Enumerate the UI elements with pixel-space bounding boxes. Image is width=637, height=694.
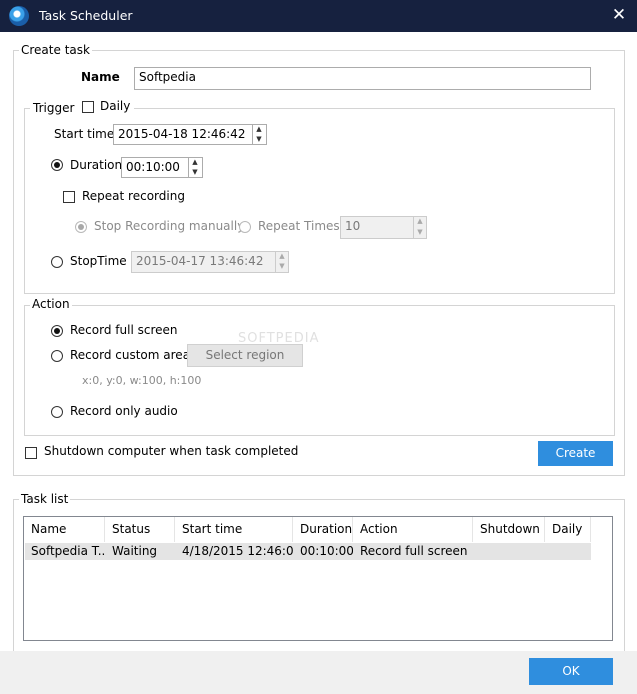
table-cell-status: Waiting [112, 544, 158, 558]
task-list-table[interactable]: Name Status Start time Duration Action S… [23, 516, 613, 641]
col-header-action[interactable]: Action [353, 517, 473, 542]
spin-up-icon[interactable]: ▲ [414, 217, 426, 228]
repeat-times-spinner[interactable]: ▲ ▼ [413, 217, 426, 238]
close-icon[interactable]: ✕ [609, 5, 629, 25]
repeat-times-label: Repeat Times [258, 219, 340, 233]
record-full-label: Record full screen [70, 323, 178, 337]
record-audio-radio[interactable] [51, 406, 63, 418]
region-coords: x:0, y:0, w:100, h:100 [82, 374, 202, 387]
col-header-status[interactable]: Status [105, 517, 175, 542]
ok-button[interactable]: OK [529, 658, 613, 685]
record-custom-radio[interactable] [51, 350, 63, 362]
col-header-daily[interactable]: Daily [545, 517, 591, 542]
repeat-recording-label: Repeat recording [82, 189, 185, 203]
col-header-start-time[interactable]: Start time [175, 517, 293, 542]
col-header-shutdown[interactable]: Shutdown [473, 517, 545, 542]
select-region-button[interactable]: Select region [187, 344, 303, 367]
name-label: Name [81, 70, 120, 84]
create-button[interactable]: Create [538, 441, 613, 466]
name-input[interactable]: Softpedia [134, 67, 591, 90]
daily-checkbox[interactable] [82, 101, 94, 113]
start-time-spinner[interactable]: ▲ ▼ [252, 125, 265, 144]
daily-label: Daily [100, 99, 131, 113]
repeat-times-value: 10 [345, 219, 361, 233]
stop-manually-radio[interactable] [75, 221, 87, 233]
stoptime-radio[interactable] [51, 256, 63, 268]
start-time-field[interactable]: 2015-04-18 12:46:42 [113, 124, 267, 145]
trigger-label: Trigger [33, 101, 75, 115]
repeat-times-radio[interactable] [239, 221, 251, 233]
record-full-radio[interactable] [51, 325, 63, 337]
spin-up-icon[interactable]: ▲ [276, 252, 288, 262]
table-cell-name: Softpedia T... [31, 544, 105, 558]
spin-down-icon[interactable]: ▼ [189, 168, 201, 178]
stoptime-field[interactable]: 2015-04-17 13:46:42 [131, 251, 289, 273]
shutdown-checkbox[interactable] [25, 447, 37, 459]
stoptime-label: StopTime [70, 254, 127, 268]
shutdown-label: Shutdown computer when task completed [44, 444, 299, 458]
start-time-value: 2015-04-18 12:46:42 [118, 127, 246, 141]
spin-down-icon[interactable]: ▼ [253, 135, 265, 145]
stoptime-value: 2015-04-17 13:46:42 [136, 254, 264, 268]
table-cell-start-time: 4/18/2015 12:46:04... [182, 544, 293, 558]
table-cell-duration: 00:10:00 [300, 544, 353, 558]
stoptime-spinner[interactable]: ▲ ▼ [275, 252, 288, 272]
spin-up-icon[interactable]: ▲ [189, 158, 201, 168]
record-custom-label: Record custom area [70, 348, 191, 362]
action-legend: Action [30, 297, 72, 311]
window-title: Task Scheduler [39, 8, 133, 23]
spin-down-icon[interactable]: ▼ [414, 228, 426, 239]
spin-up-icon[interactable]: ▲ [253, 125, 265, 135]
duration-value: 00:10:00 [126, 160, 180, 174]
stop-manually-label: Stop Recording manually [94, 219, 245, 233]
duration-spinner[interactable]: ▲ ▼ [188, 158, 201, 177]
duration-label: Duration [70, 158, 123, 172]
spin-down-icon[interactable]: ▼ [276, 262, 288, 272]
table-cell-action: Record full screen [360, 544, 468, 558]
col-header-name[interactable]: Name [24, 517, 105, 542]
duration-radio[interactable] [51, 159, 63, 171]
record-audio-label: Record only audio [70, 404, 178, 418]
col-header-duration[interactable]: Duration [293, 517, 353, 542]
app-logo-icon [9, 6, 29, 26]
create-task-legend: Create task [19, 43, 92, 57]
task-list-legend: Task list [19, 492, 71, 506]
start-time-label: Start time [54, 127, 115, 141]
repeat-recording-checkbox[interactable] [63, 191, 75, 203]
